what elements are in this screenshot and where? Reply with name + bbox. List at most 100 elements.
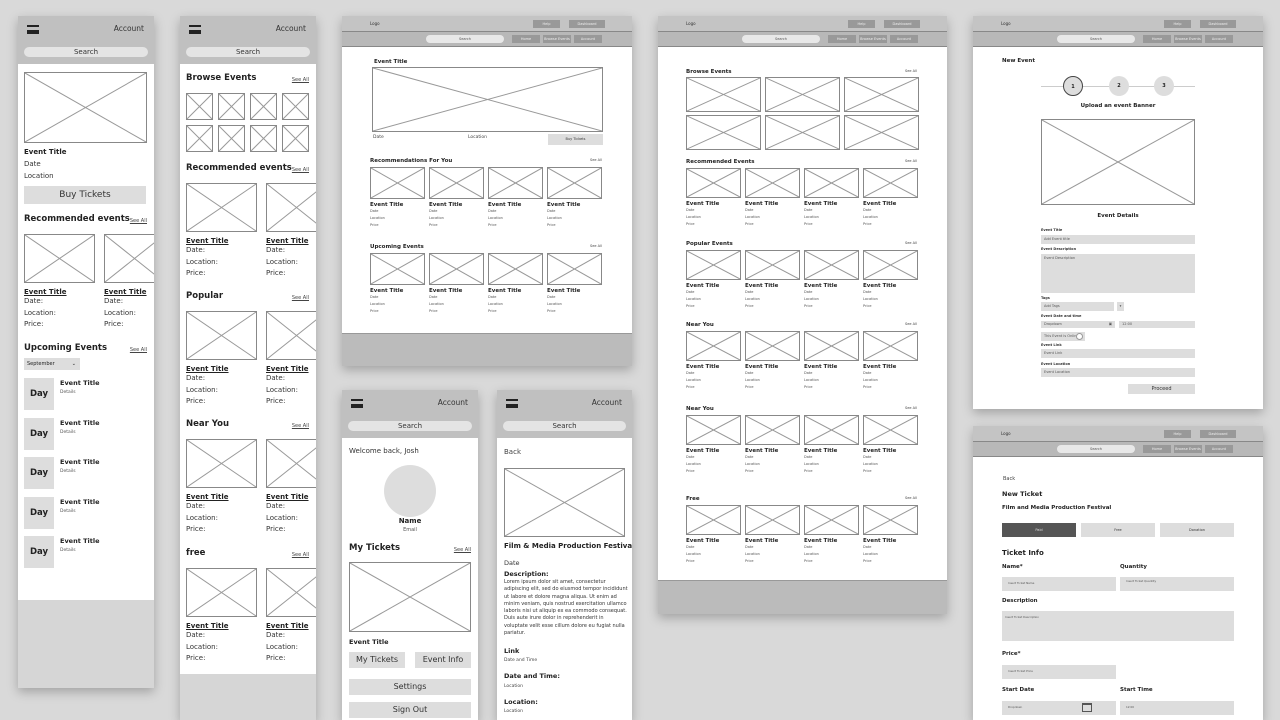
hamburger-icon[interactable]: [506, 399, 518, 408]
account-link[interactable]: Account: [114, 24, 144, 33]
see-all-link[interactable]: See All: [130, 347, 147, 353]
step-2[interactable]: 2: [1109, 76, 1129, 96]
nav-browse-events[interactable]: Browse Events: [1174, 445, 1202, 453]
see-all-link[interactable]: See All: [905, 406, 917, 410]
search-input[interactable]: Search: [348, 421, 472, 431]
see-all-link[interactable]: See All: [292, 167, 309, 173]
event-card[interactable]: Event Title Date Location Price: [804, 364, 837, 391]
dashboard-button[interactable]: Dashboard: [569, 20, 605, 28]
see-all-link[interactable]: See All: [292, 423, 309, 429]
event-card[interactable]: Event Title Date Location Price: [863, 201, 896, 228]
event-card[interactable]: Event Title Date: Location: Price:: [266, 365, 309, 408]
banner-upload-area[interactable]: [1041, 119, 1195, 205]
link-value[interactable]: Date and Time: [504, 658, 537, 663]
ticket-quantity-input[interactable]: Insert Ticket Quantity: [1120, 577, 1234, 591]
help-button[interactable]: Help: [1164, 20, 1191, 28]
help-button[interactable]: Help: [848, 20, 875, 28]
search-input[interactable]: Search: [426, 35, 504, 43]
event-card[interactable]: Event Title Date: Location: Price:: [186, 622, 229, 665]
event-card[interactable]: Event Title Date Location Price: [863, 448, 896, 475]
month-dropdown[interactable]: September ⌄: [24, 358, 80, 370]
event-card[interactable]: Event Title Date: Location: Price:: [186, 237, 229, 280]
hamburger-icon[interactable]: [189, 25, 201, 34]
event-card[interactable]: Event Title Date Location Price: [863, 283, 896, 310]
nav-home[interactable]: Home: [1143, 35, 1171, 43]
see-all-link[interactable]: See All: [905, 241, 917, 245]
nav-home[interactable]: Home: [1143, 445, 1171, 453]
nav-account[interactable]: Account: [890, 35, 918, 43]
event-card[interactable]: Event Title Date Location Price: [745, 283, 778, 310]
nav-browse-events[interactable]: Browse Events: [859, 35, 887, 43]
event-info-button[interactable]: Event Info: [415, 652, 471, 668]
dashboard-button[interactable]: Dashboard: [1200, 20, 1236, 28]
hamburger-icon[interactable]: [27, 25, 39, 34]
logo[interactable]: Logo: [686, 21, 696, 26]
event-card[interactable]: Event Title Date Location Price: [745, 448, 778, 475]
event-card[interactable]: Event Title Date: Location: Price:: [186, 365, 229, 408]
buy-tickets-button[interactable]: Buy Tickets: [24, 186, 146, 204]
time-input[interactable]: 12:00: [1119, 321, 1195, 328]
event-card[interactable]: Event Title Date Location Price: [804, 201, 837, 228]
event-title-input[interactable]: Add Event title: [1041, 235, 1195, 244]
step-3[interactable]: 3: [1154, 76, 1174, 96]
event-card[interactable]: Event Title Date Location Price: [745, 364, 778, 391]
see-all-link[interactable]: See All: [130, 218, 147, 224]
tags-dropdown[interactable]: ▾: [1117, 302, 1124, 311]
nav-browse-events[interactable]: Browse Events: [1174, 35, 1202, 43]
search-input[interactable]: Search: [742, 35, 820, 43]
event-card[interactable]: Event Title Date Location Price: [547, 288, 580, 315]
buy-tickets-button[interactable]: Buy Tickets: [548, 134, 603, 145]
proceed-button[interactable]: Proceed: [1128, 384, 1195, 394]
sign-out-button[interactable]: Sign Out: [349, 702, 471, 718]
logo[interactable]: Logo: [370, 21, 380, 26]
ticket-name-input[interactable]: Insert Ticket Name: [1002, 577, 1116, 591]
see-all-link[interactable]: See All: [905, 69, 917, 73]
help-button[interactable]: Help: [533, 20, 560, 28]
nav-browse-events[interactable]: Browse Events: [543, 35, 571, 43]
ticket-type-donation[interactable]: Donation: [1160, 523, 1234, 537]
event-card[interactable]: Event Title Date: Location: Price:: [266, 622, 309, 665]
search-input[interactable]: Search: [1057, 445, 1135, 453]
ticket-description-input[interactable]: Insert Ticket Description: [1002, 611, 1234, 641]
search-input[interactable]: Search: [186, 47, 310, 57]
event-card[interactable]: Event Title Date Location Price: [370, 288, 403, 315]
event-card[interactable]: Event Title Date: Location: Price:: [186, 493, 229, 536]
see-all-link[interactable]: See All: [590, 158, 602, 162]
ticket-price-input[interactable]: Insert Ticket Price: [1002, 665, 1116, 679]
account-link[interactable]: Account: [592, 398, 622, 407]
event-description-input[interactable]: Event Description: [1041, 254, 1195, 293]
nav-account[interactable]: Account: [1205, 445, 1233, 453]
event-card[interactable]: Event Title Date: Location: Price:: [104, 288, 147, 331]
ticket-type-free[interactable]: Free: [1081, 523, 1155, 537]
hamburger-icon[interactable]: [351, 399, 363, 408]
search-input[interactable]: Search: [503, 421, 626, 431]
see-all-link[interactable]: See All: [454, 547, 471, 553]
avatar[interactable]: [384, 465, 436, 517]
nav-home[interactable]: Home: [512, 35, 540, 43]
see-all-link[interactable]: See All: [590, 244, 602, 248]
event-card[interactable]: Event Title Date: Location: Price:: [266, 493, 309, 536]
event-card[interactable]: Event Title Date Location Price: [429, 288, 462, 315]
event-card[interactable]: Event Title Date Location Price: [863, 364, 896, 391]
nav-account[interactable]: Account: [1205, 35, 1233, 43]
logo[interactable]: Logo: [1001, 21, 1011, 26]
back-link[interactable]: Back: [1003, 476, 1015, 482]
search-input[interactable]: Search: [1057, 35, 1135, 43]
settings-button[interactable]: Settings: [349, 679, 471, 695]
nav-home[interactable]: Home: [828, 35, 856, 43]
ticket-type-paid[interactable]: Paid: [1002, 523, 1076, 537]
my-tickets-button[interactable]: My Tickets: [349, 652, 405, 668]
see-all-link[interactable]: See All: [292, 552, 309, 558]
event-card[interactable]: Event Title Date: Location: Price:: [266, 237, 309, 280]
see-all-link[interactable]: See All: [905, 496, 917, 500]
event-card[interactable]: Event Title Date Location Price: [488, 202, 521, 229]
see-all-link[interactable]: See All: [905, 159, 917, 163]
date-dropdown[interactable]: Dropdown ▣: [1041, 321, 1115, 328]
logo[interactable]: Logo: [1001, 431, 1011, 436]
start-time-input[interactable]: 12:00: [1120, 701, 1234, 715]
event-card[interactable]: Event Title Date Location Price: [429, 202, 462, 229]
start-date-dropdown[interactable]: Dropdown: [1002, 701, 1116, 715]
event-card[interactable]: Event Title Date Location Price: [488, 288, 521, 315]
online-toggle[interactable]: This Event is Online: [1041, 332, 1085, 341]
event-card[interactable]: Event Title Date Location Price: [686, 201, 719, 228]
